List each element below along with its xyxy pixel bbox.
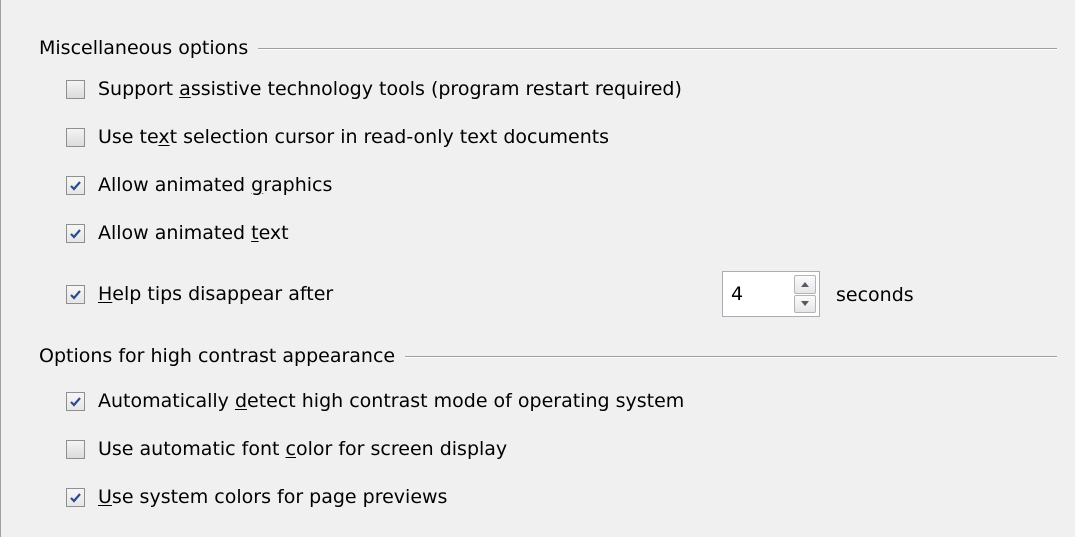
checkmark-icon	[70, 228, 81, 239]
checkmark-icon	[70, 289, 81, 300]
label-text-selection-cursor: Use text selection cursor in read-only t…	[98, 126, 610, 148]
checkbox-text-selection-cursor[interactable]	[66, 127, 85, 147]
spin-up-button[interactable]	[794, 275, 816, 294]
checkbox-system-colors-previews[interactable]	[66, 487, 85, 507]
option-text-selection-cursor[interactable]: Use text selection cursor in read-only t…	[66, 122, 609, 152]
spin-down-arrow-icon	[801, 301, 809, 307]
spin-down-button[interactable]	[794, 294, 816, 313]
spinbox-buttons	[794, 275, 816, 313]
option-assistive-technology[interactable]: Support assistive technology tools (prog…	[66, 74, 682, 104]
label-automatic-font-color: Use automatic font color for screen disp…	[98, 438, 508, 460]
panel-left-edge	[0, 0, 1, 537]
spinbox-value[interactable]: 4	[731, 272, 743, 316]
checkbox-automatic-font-color[interactable]	[66, 439, 85, 459]
option-system-colors-previews[interactable]: Use system colors for page previews	[66, 482, 447, 512]
label-assistive-technology: Support assistive technology tools (prog…	[98, 78, 682, 100]
option-automatic-font-color[interactable]: Use automatic font color for screen disp…	[66, 434, 507, 464]
section-title-misc: Miscellaneous options	[39, 35, 259, 61]
label-system-colors-previews: Use system colors for page previews	[98, 486, 448, 508]
checkbox-animated-graphics[interactable]	[66, 175, 85, 195]
seconds-label: seconds	[836, 284, 914, 306]
checkbox-animated-text[interactable]	[66, 223, 85, 243]
option-help-tips[interactable]: Help tips disappear after	[66, 279, 333, 309]
checkmark-icon	[70, 180, 81, 191]
label-detect-high-contrast: Automatically detect high contrast mode …	[98, 390, 685, 412]
help-tips-seconds-spinbox[interactable]: 4	[722, 271, 820, 317]
option-animated-graphics[interactable]: Allow animated graphics	[66, 170, 332, 200]
checkmark-icon	[70, 492, 81, 503]
option-animated-text[interactable]: Allow animated text	[66, 218, 289, 248]
checkmark-icon	[70, 396, 81, 407]
label-animated-graphics: Allow animated graphics	[98, 174, 333, 196]
option-detect-high-contrast[interactable]: Automatically detect high contrast mode …	[66, 386, 684, 416]
checkbox-help-tips[interactable]	[66, 284, 85, 304]
checkbox-assistive-technology[interactable]	[66, 79, 85, 99]
label-help-tips: Help tips disappear after	[98, 283, 334, 305]
checkbox-detect-high-contrast[interactable]	[66, 391, 85, 411]
spin-up-arrow-icon	[801, 281, 809, 287]
section-title-high-contrast: Options for high contrast appearance	[39, 343, 406, 369]
label-animated-text: Allow animated text	[98, 222, 289, 244]
